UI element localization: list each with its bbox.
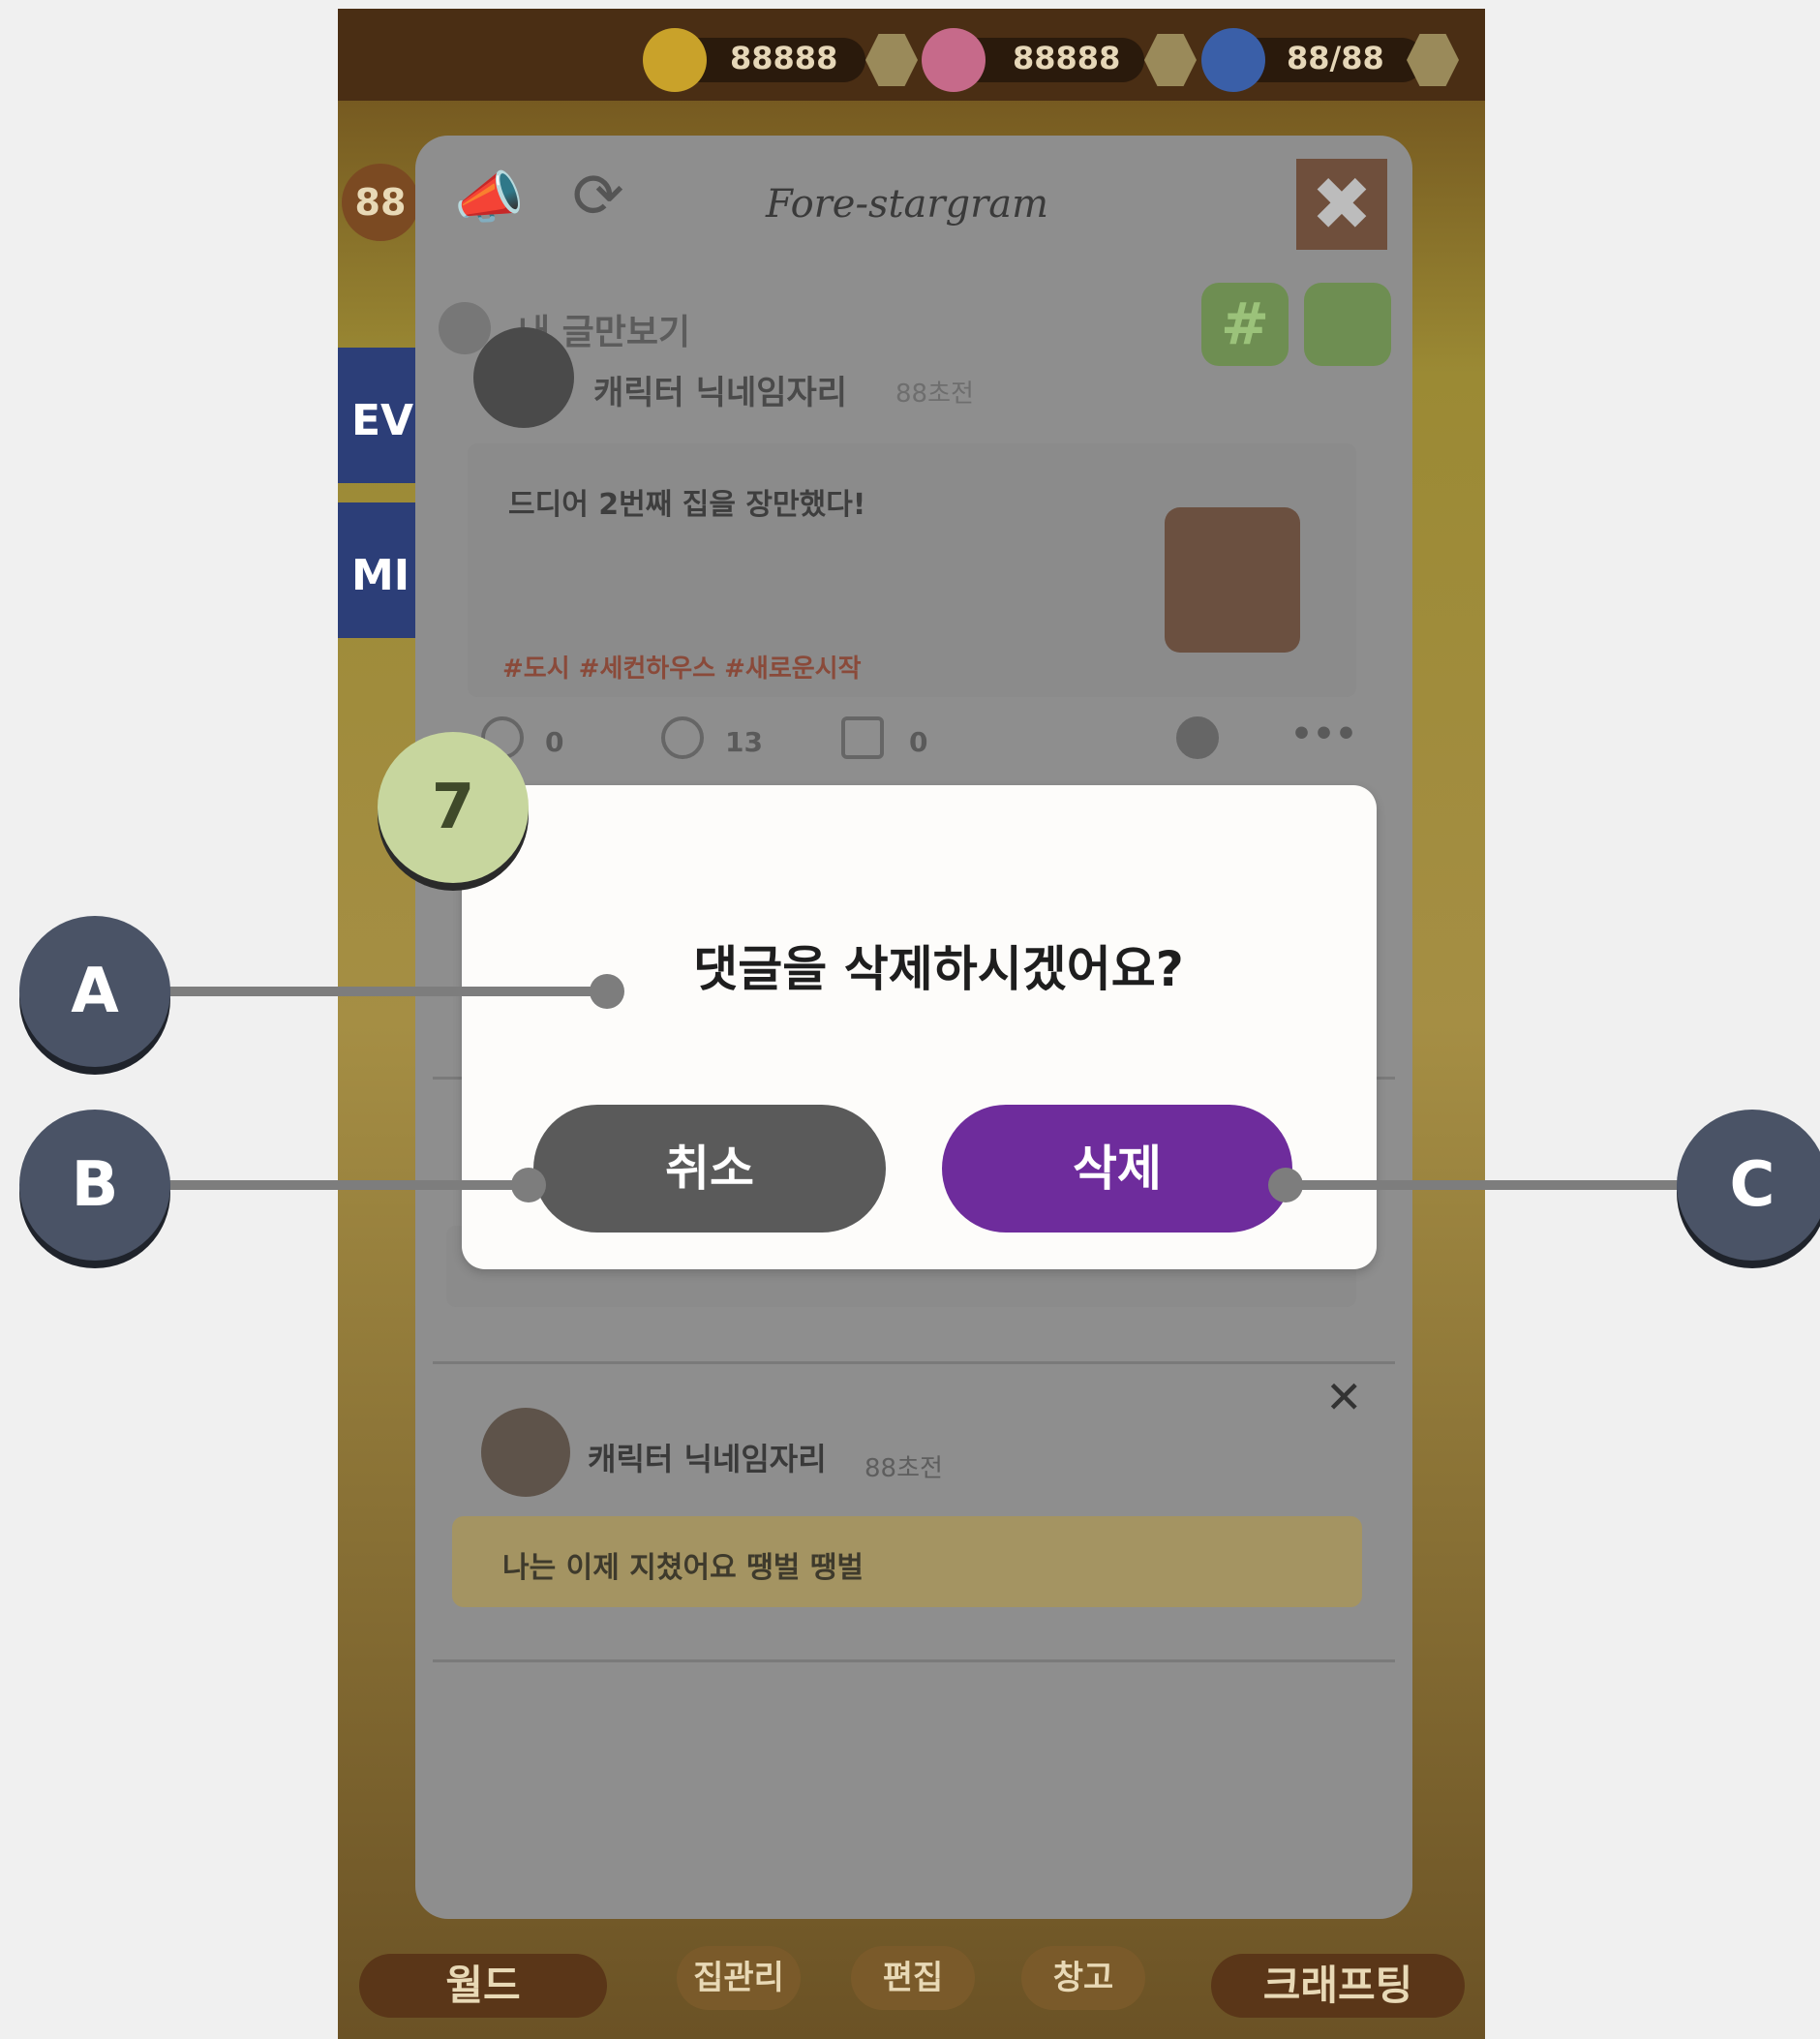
event-banner[interactable]: EV bbox=[338, 348, 425, 483]
callout-c: C bbox=[1677, 1110, 1820, 1261]
callout-line-a bbox=[165, 987, 606, 996]
rainbow-star-icon bbox=[922, 28, 986, 92]
callout-line-c bbox=[1297, 1180, 1684, 1190]
gem-counter: 88/88 bbox=[1201, 28, 1463, 92]
share-icon[interactable] bbox=[841, 716, 884, 759]
star-value: 88888 bbox=[1013, 40, 1121, 76]
coin-icon bbox=[643, 28, 707, 92]
gem-value: 88/88 bbox=[1287, 40, 1384, 76]
comment-bubble: 나는 이제 지쳤어요 땡벌 땡벌 bbox=[452, 1516, 1362, 1607]
cancel-button[interactable]: 취소 bbox=[533, 1105, 886, 1233]
delete-comment-icon[interactable]: ✕ bbox=[1325, 1371, 1363, 1423]
delete-button[interactable]: 삭제 bbox=[942, 1105, 1292, 1233]
callout-b: B bbox=[19, 1110, 170, 1261]
tab-edit[interactable]: 편집 bbox=[851, 1946, 975, 2010]
delete-confirm-dialog: 댓글을 삭제하시겠어요? 취소 삭제 bbox=[462, 785, 1377, 1269]
house-image bbox=[1165, 507, 1300, 653]
comment-author: 캐릭터 닉네임자리 bbox=[588, 1441, 827, 1477]
mission-banner[interactable]: MI bbox=[338, 502, 425, 638]
callout-a: A bbox=[19, 916, 170, 1067]
avatar bbox=[481, 1408, 570, 1497]
callout-line-b bbox=[165, 1180, 529, 1190]
write-post-button[interactable] bbox=[1304, 283, 1391, 366]
tab-storage[interactable]: 창고 bbox=[1021, 1946, 1145, 2010]
level-badge: 88 bbox=[342, 164, 419, 241]
like-count: 13 bbox=[725, 726, 763, 758]
tab-house[interactable]: 집관리 bbox=[677, 1946, 801, 2010]
coin-value: 88888 bbox=[730, 40, 838, 76]
star-counter: 88888 bbox=[922, 28, 1197, 92]
resource-bar: 88888 88888 88/88 bbox=[338, 9, 1485, 101]
comment-text: 나는 이제 지쳤어요 땡벌 땡벌 bbox=[502, 1551, 864, 1585]
callout-dot-c bbox=[1268, 1168, 1303, 1202]
share-count: 0 bbox=[909, 726, 928, 758]
close-icon: ✖ bbox=[1311, 161, 1373, 247]
comment-count: 0 bbox=[545, 726, 564, 758]
divider bbox=[433, 1361, 1395, 1364]
tab-crafting[interactable]: 크래프팅 bbox=[1211, 1954, 1465, 2018]
hashtag-button[interactable]: # bbox=[1201, 283, 1289, 366]
gem-icon bbox=[1201, 28, 1265, 92]
coin-counter: 88888 bbox=[643, 28, 918, 92]
panel-title: Fore-stargram bbox=[766, 182, 1049, 227]
more-options-icon[interactable]: ••• bbox=[1290, 715, 1357, 754]
megaphone-icon[interactable]: 📣 bbox=[454, 165, 524, 231]
add-star-button[interactable] bbox=[1144, 34, 1197, 86]
post-card: 드디어 2번째 집을 장만했다! #도시 #세컨하우스 #새로운시작 bbox=[468, 443, 1356, 697]
step-number-badge: 7 bbox=[378, 732, 529, 883]
panel-header: 📣 ⟳ Fore-stargram ✖ bbox=[415, 136, 1412, 276]
post-text: 드디어 2번째 집을 장만했다! bbox=[508, 488, 866, 522]
divider bbox=[433, 1659, 1395, 1662]
post-author: 캐릭터 닉네임자리 bbox=[593, 374, 848, 412]
hashtag-icon[interactable] bbox=[1176, 716, 1219, 759]
comment-time: 88초전 bbox=[864, 1454, 943, 1483]
callout-dot-a bbox=[590, 974, 624, 1009]
post-time: 88초전 bbox=[895, 380, 974, 409]
avatar bbox=[473, 327, 574, 428]
add-coin-button[interactable] bbox=[865, 34, 918, 86]
callout-dot-b bbox=[511, 1168, 546, 1202]
refresh-icon[interactable]: ⟳ bbox=[572, 161, 624, 232]
like-icon[interactable] bbox=[661, 716, 704, 759]
close-button[interactable]: ✖ bbox=[1296, 159, 1387, 250]
post-tags: #도시 #세컨하우스 #새로운시작 bbox=[502, 654, 862, 684]
tab-world[interactable]: 월드 bbox=[359, 1954, 607, 2018]
